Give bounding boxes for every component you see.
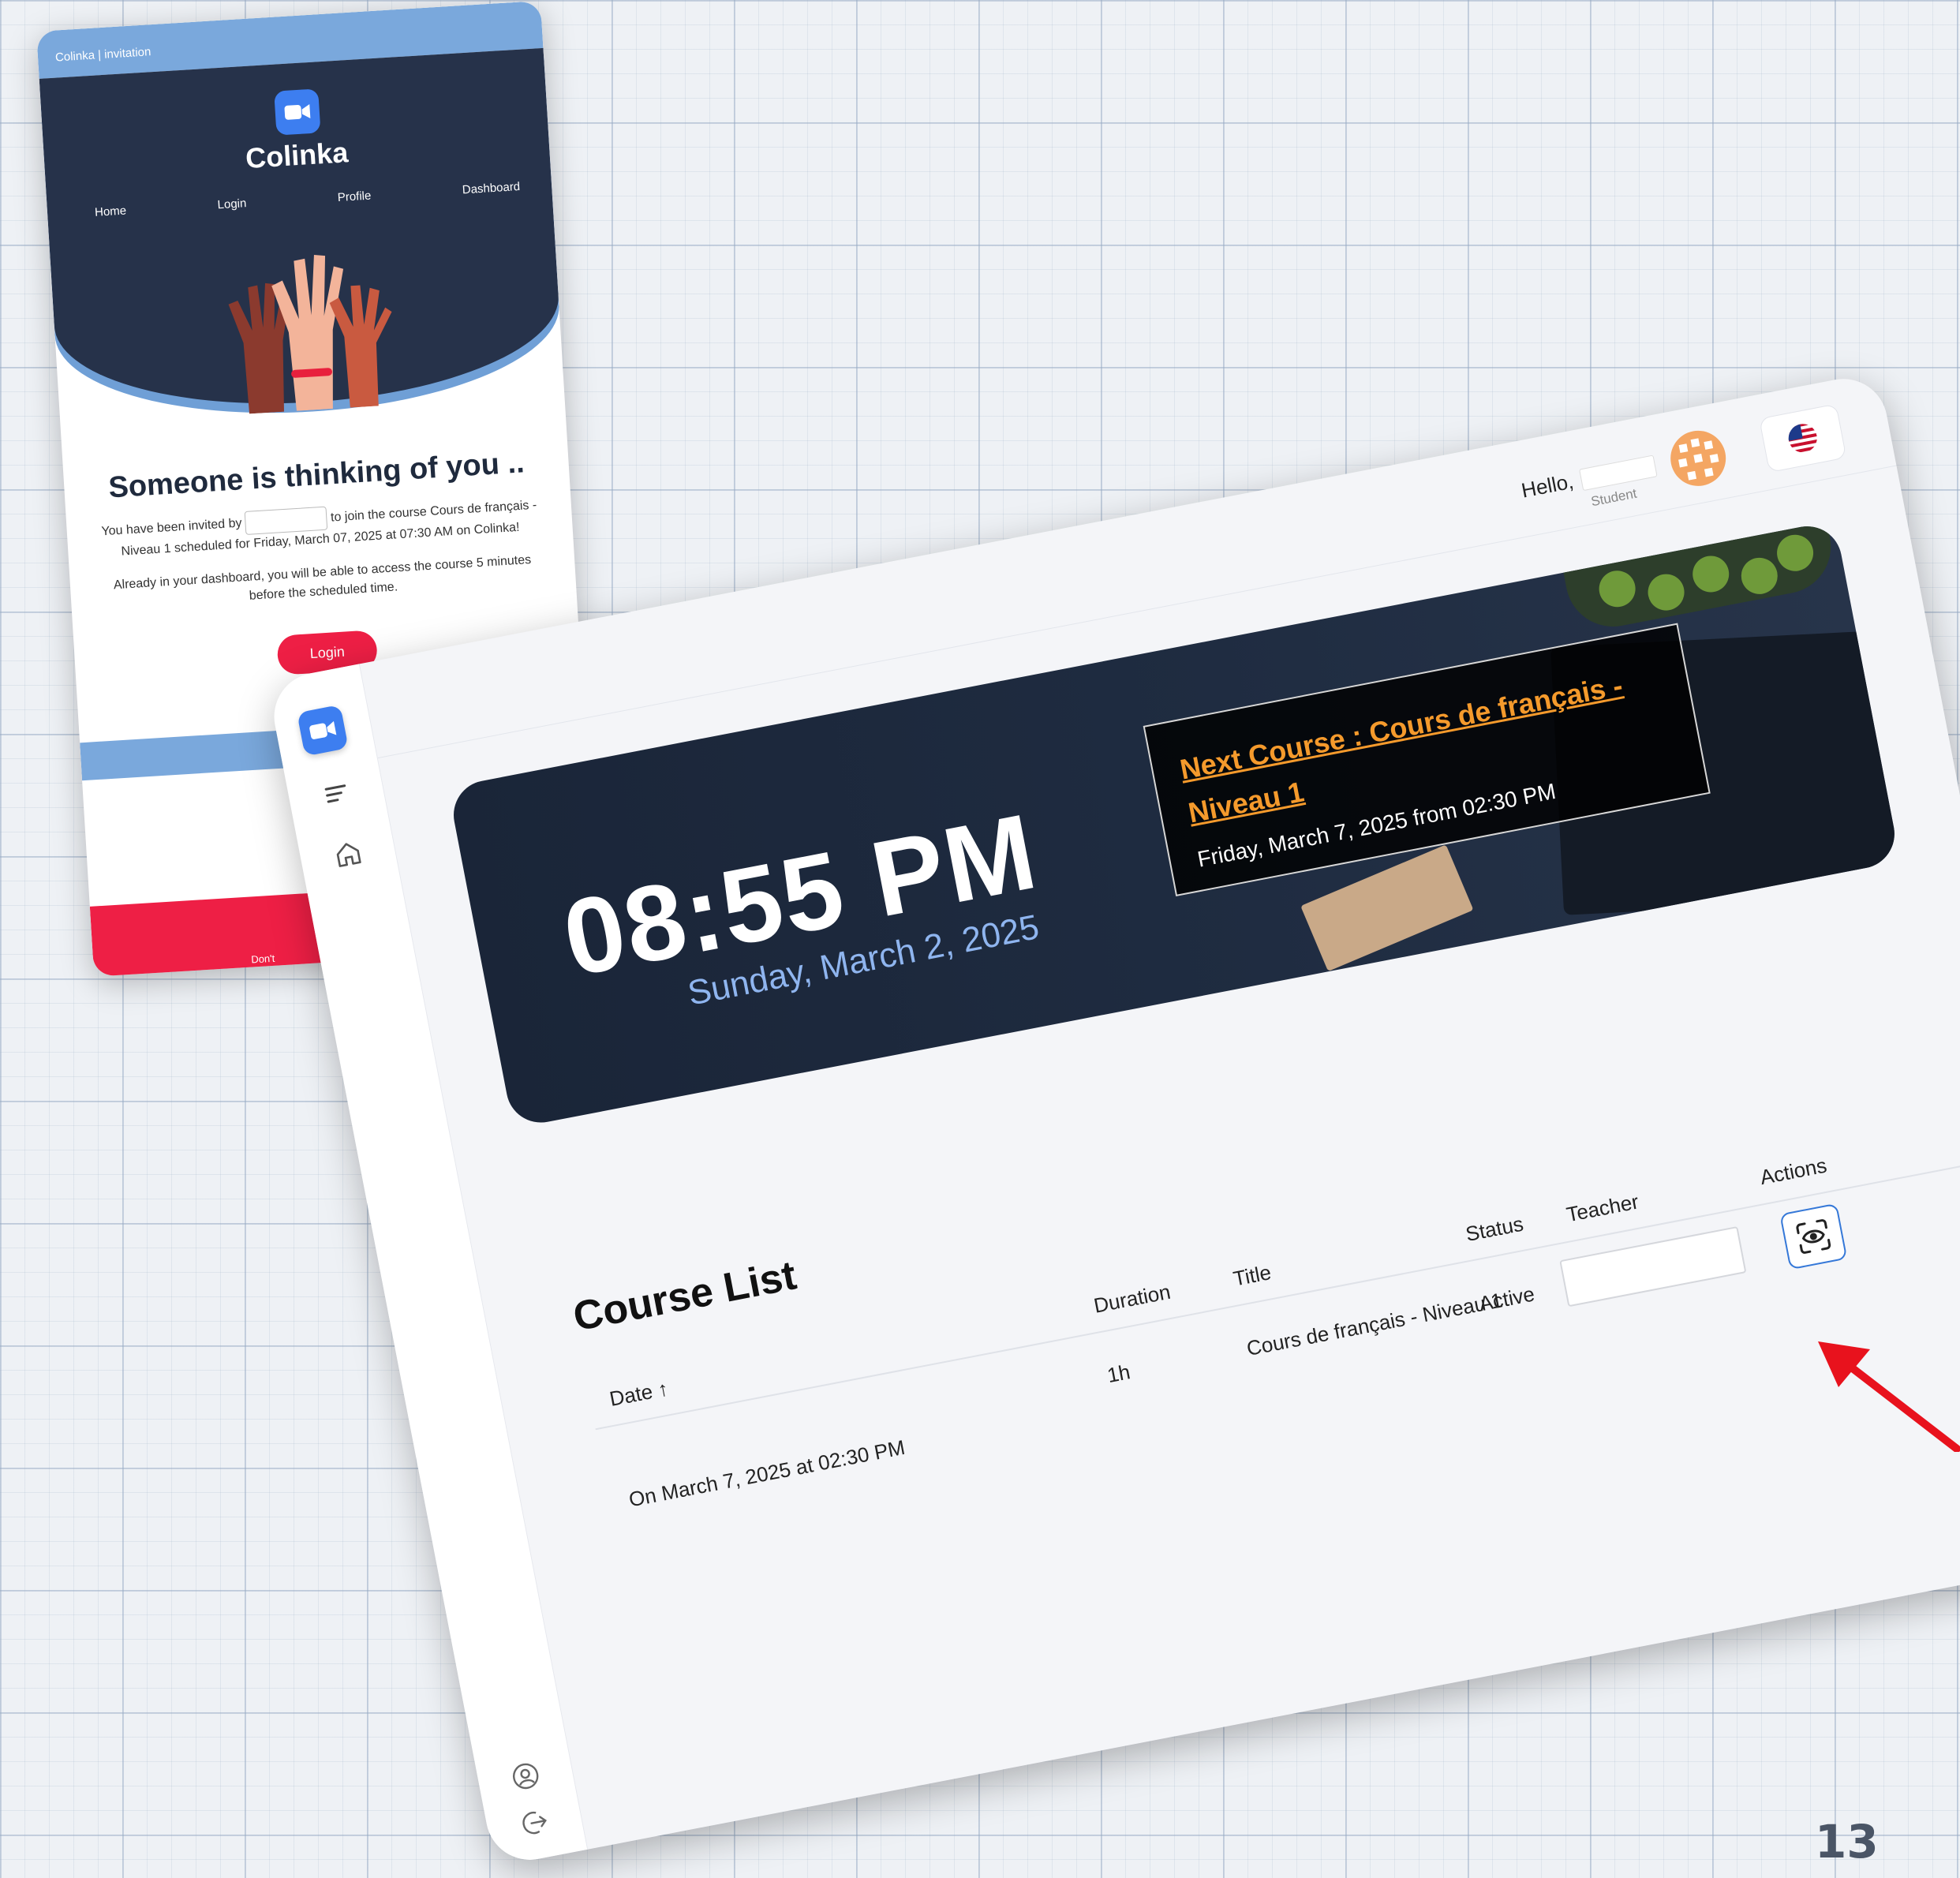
page-number: 13 <box>1815 1815 1879 1869</box>
logout-icon[interactable] <box>512 1801 556 1845</box>
view-course-button[interactable] <box>1779 1203 1848 1270</box>
avatar[interactable] <box>1666 425 1731 491</box>
home-icon[interactable] <box>326 832 370 876</box>
column-status[interactable]: Status <box>1464 1212 1525 1247</box>
email-dashboard-note: Already in your dashboard, you will be a… <box>113 552 532 603</box>
email-nav: Home Login Profile Dashboard <box>95 180 521 219</box>
course-list-title: Course List <box>569 1252 800 1341</box>
email-nav-login[interactable]: Login <box>217 196 247 211</box>
user-role: Student <box>1589 485 1638 510</box>
colinka-logo-icon <box>274 88 321 136</box>
language-selector[interactable] <box>1759 403 1847 473</box>
app-logo-icon[interactable] <box>297 704 349 757</box>
cell-title: Cours de français - Niveau 1 <box>1244 1288 1505 1361</box>
plant-decoration <box>1558 520 1839 635</box>
menu-icon[interactable] <box>314 772 358 816</box>
cell-status: Active <box>1477 1281 1537 1316</box>
profile-icon[interactable] <box>503 1754 548 1798</box>
greeting-text: Hello, <box>1519 469 1576 503</box>
column-actions: Actions <box>1758 1153 1829 1190</box>
email-nav-dashboard[interactable]: Dashboard <box>462 180 520 196</box>
email-nav-profile[interactable]: Profile <box>337 189 371 205</box>
us-flag-icon <box>1786 421 1820 455</box>
column-date[interactable]: Date ↑ <box>608 1376 671 1412</box>
email-invite-pre: You have been invited by <box>101 516 242 539</box>
email-nav-home[interactable]: Home <box>95 204 127 219</box>
inviter-name-redacted <box>244 506 328 535</box>
email-invite-text: You have been invited by to join the cou… <box>98 493 541 563</box>
red-arrow-annotation <box>1818 1341 1960 1452</box>
user-name-redacted <box>1578 455 1658 491</box>
email-hero: Colinka Home Login Profile Dashboard <box>39 47 564 418</box>
column-title[interactable]: Title <box>1231 1260 1273 1292</box>
cell-duration: 1h <box>1105 1360 1132 1388</box>
cell-date: On March 7, 2025 at 02:30 PM <box>627 1435 907 1512</box>
eye-scan-icon <box>1796 1219 1831 1254</box>
raised-hands-illustration <box>228 255 392 414</box>
column-duration[interactable]: Duration <box>1092 1280 1173 1319</box>
column-teacher[interactable]: Teacher <box>1565 1189 1641 1227</box>
